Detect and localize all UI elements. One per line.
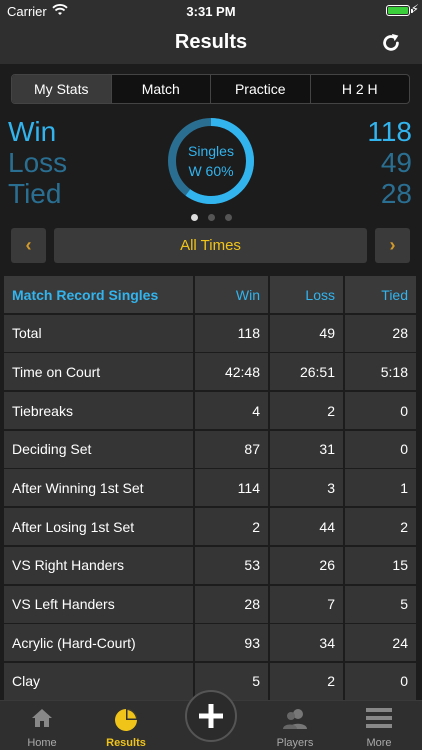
loss-value: 2 (270, 392, 343, 430)
tied-value: 5 (345, 585, 416, 623)
table-row: After Losing 1st Set 2 44 2 (3, 508, 420, 547)
tied-value: 0 (345, 392, 416, 430)
table-row: Time on Court 42:48 26:51 5:18 (3, 353, 420, 392)
home-icon (32, 709, 52, 727)
loss-label: Loss (8, 147, 68, 178)
row-label: Tiebreaks (4, 392, 193, 430)
players-icon (283, 709, 307, 729)
page-title: Results (174, 31, 248, 53)
tab-home[interactable]: Home (0, 701, 84, 750)
page-dot (190, 214, 198, 221)
stats-tabs: My Stats Match Practice H 2 H (11, 74, 410, 104)
tied-value: 2 (345, 508, 416, 546)
tied-value: 0 (345, 430, 416, 468)
refresh-icon[interactable] (380, 32, 402, 54)
tied-value: 24 (345, 624, 416, 662)
plus-icon (199, 704, 223, 728)
summary-values: 118 49 28 (367, 116, 412, 209)
page-dot (224, 214, 232, 221)
chevron-left-icon[interactable]: ‹ (11, 228, 46, 263)
tied-label: Tied (8, 178, 62, 209)
tab-home-label: Home (27, 737, 57, 749)
row-label: After Winning 1st Set (4, 469, 193, 507)
table-header: Match Record Singles Win Loss Tied (3, 276, 420, 315)
header-category: Match Record Singles (4, 276, 193, 313)
add-button[interactable] (185, 690, 237, 742)
chevron-right-icon[interactable]: › (375, 228, 410, 263)
win-value: 87 (195, 430, 268, 468)
loss-value: 26 (270, 546, 343, 584)
tab-match[interactable]: Match (112, 75, 211, 103)
table-row: Deciding Set 87 31 0 (3, 430, 420, 470)
page-dot (207, 214, 215, 221)
pie-chart-icon (115, 709, 137, 731)
tab-results-label: Results (106, 737, 146, 749)
tab-players-label: Players (276, 737, 314, 749)
tab-my-stats[interactable]: My Stats (12, 75, 112, 103)
win-count: 118 (367, 116, 412, 147)
loss-value: 2 (270, 662, 343, 700)
tab-players[interactable]: Players (253, 701, 337, 750)
tied-value: 15 (345, 546, 416, 584)
time-range-selector: ‹ All Times › (11, 228, 410, 263)
row-label: Deciding Set (4, 430, 193, 468)
win-value: 118 (195, 314, 268, 352)
row-label: Total (4, 314, 193, 352)
tied-value: 5:18 (345, 353, 416, 391)
tied-value: 0 (345, 662, 416, 700)
hamburger-icon (366, 708, 392, 728)
win-value: 28 (195, 585, 268, 623)
row-label: VS Left Handers (4, 585, 193, 623)
loss-value: 49 (270, 314, 343, 352)
row-label: Clay (4, 662, 193, 700)
table-row: VS Left Handers 28 7 5 (3, 585, 420, 625)
status-bar: Carrier 3:31 PM ⚡ (0, 0, 422, 22)
tied-value: 28 (345, 314, 416, 352)
win-value: 93 (195, 624, 268, 662)
charging-icon: ⚡ (410, 2, 419, 16)
page-indicator[interactable] (0, 214, 422, 221)
battery-icon (386, 5, 413, 16)
tab-more[interactable]: More (337, 701, 421, 750)
donut-label: Singles W 60% (166, 141, 256, 181)
loss-value: 26:51 (270, 353, 343, 391)
tab-practice[interactable]: Practice (211, 75, 311, 103)
header-loss: Loss (270, 276, 343, 313)
win-value: 114 (195, 469, 268, 507)
tab-more-label: More (366, 737, 392, 749)
header-win: Win (195, 276, 268, 313)
tab-h2h[interactable]: H 2 H (311, 75, 410, 103)
tab-results[interactable]: Results (84, 701, 168, 750)
loss-count: 49 (380, 147, 412, 178)
loss-value: 3 (270, 469, 343, 507)
win-value: 2 (195, 508, 268, 546)
table-row: Total 118 49 28 (3, 314, 420, 354)
row-label: Acrylic (Hard-Court) (4, 624, 193, 662)
loss-value: 7 (270, 585, 343, 623)
summary-labels: Win Loss Tied (8, 116, 67, 209)
nav-bar: Results (0, 22, 422, 64)
row-label: Time on Court (4, 353, 193, 391)
row-label: VS Right Handers (4, 546, 193, 584)
header-tied: Tied (345, 276, 416, 313)
win-value: 42:48 (195, 353, 268, 391)
win-value: 53 (195, 546, 268, 584)
table-row: VS Right Handers 53 26 15 (3, 546, 420, 586)
win-value: 4 (195, 392, 268, 430)
loss-value: 44 (270, 508, 343, 546)
table-row: Acrylic (Hard-Court) 93 34 24 (3, 624, 420, 663)
loss-value: 31 (270, 430, 343, 468)
match-record-table: Match Record Singles Win Loss Tied Total… (3, 276, 420, 700)
win-label: Win (8, 116, 57, 147)
table-row: After Winning 1st Set 114 3 1 (3, 469, 420, 508)
time-range-label[interactable]: All Times (54, 228, 367, 263)
status-time: 3:31 PM (186, 4, 236, 19)
tied-value: 1 (345, 469, 416, 507)
donut-win-pct: W 60% (188, 163, 234, 179)
tied-count: 28 (380, 178, 412, 209)
loss-value: 34 (270, 624, 343, 662)
donut-category: Singles (188, 143, 234, 159)
table-row: Tiebreaks 4 2 0 (3, 392, 420, 431)
row-label: After Losing 1st Set (4, 508, 193, 546)
